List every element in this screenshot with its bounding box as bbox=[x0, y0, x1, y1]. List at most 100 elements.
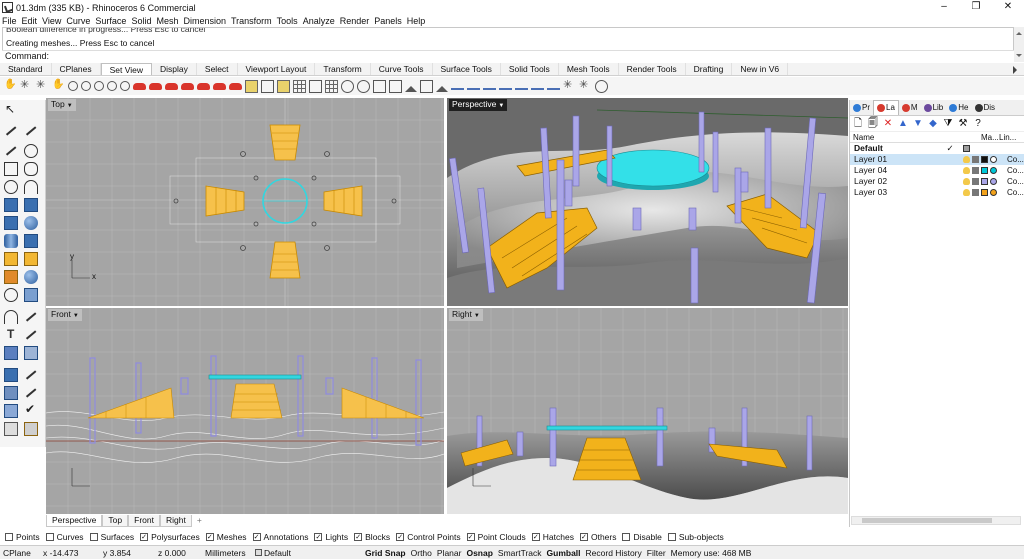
car-side-icon[interactable] bbox=[197, 82, 210, 90]
perspective-view-icon[interactable] bbox=[405, 80, 417, 92]
toolbar-tab-display[interactable]: Display bbox=[152, 63, 197, 75]
toolbar-tab-set-view[interactable]: Set View bbox=[100, 63, 153, 75]
box-icon[interactable] bbox=[4, 216, 18, 230]
move-icon[interactable] bbox=[4, 368, 18, 382]
layer-lock-icon[interactable] bbox=[972, 189, 979, 196]
help-icon[interactable]: ? bbox=[973, 118, 983, 129]
new-sublayer-icon[interactable]: 🗐 bbox=[868, 118, 878, 129]
redo-view-icon[interactable] bbox=[149, 82, 162, 90]
layer-material-icon[interactable] bbox=[990, 156, 997, 163]
menu-surface[interactable]: Surface bbox=[95, 16, 126, 26]
mesh-icon[interactable] bbox=[4, 252, 18, 266]
extrude-surface-icon[interactable] bbox=[24, 198, 38, 212]
osnap-curves[interactable]: Curves bbox=[45, 532, 84, 542]
trim-icon[interactable] bbox=[24, 288, 38, 302]
pan-3d-icon[interactable] bbox=[52, 79, 65, 93]
checkbox-icon[interactable]: ✓ bbox=[354, 533, 363, 541]
cplane-grid-icon[interactable] bbox=[325, 79, 338, 93]
pan-icon[interactable] bbox=[4, 79, 17, 93]
osnap-sub-objects[interactable]: Sub-objects bbox=[667, 532, 724, 542]
menu-analyze[interactable]: Analyze bbox=[303, 16, 335, 26]
camera-icon[interactable] bbox=[261, 79, 274, 93]
viewport-label-front[interactable]: Front ▼ bbox=[48, 309, 82, 321]
walkabout-icon[interactable] bbox=[563, 78, 576, 93]
align-icon[interactable] bbox=[24, 368, 38, 382]
mirror-icon[interactable] bbox=[24, 386, 38, 400]
maximize-button[interactable]: ❐ bbox=[960, 0, 992, 15]
layer-row[interactable]: Layer 03 Co... bbox=[850, 187, 1024, 198]
delete-layer-icon[interactable]: ✕ bbox=[883, 118, 893, 129]
viewport-label-right[interactable]: Right ▼ bbox=[449, 309, 483, 321]
more-tabs-arrow-icon[interactable] bbox=[1013, 66, 1021, 74]
toolbar-tab-new-in-v6[interactable]: New in V6 bbox=[732, 63, 789, 75]
tilt-view-icon[interactable] bbox=[515, 82, 528, 90]
menu-curve[interactable]: Curve bbox=[66, 16, 90, 26]
array-icon[interactable] bbox=[4, 386, 18, 400]
options-icon[interactable] bbox=[24, 422, 38, 436]
menu-tools[interactable]: Tools bbox=[277, 16, 298, 26]
layer-name[interactable]: Layer 01 bbox=[850, 154, 945, 165]
osnap-annotations[interactable]: ✓ Annotations bbox=[252, 532, 308, 542]
osnap-points[interactable]: Points bbox=[5, 532, 40, 542]
layer-row[interactable]: Default ✓ bbox=[850, 143, 1024, 154]
panel-tab-libraries[interactable]: Lib bbox=[921, 101, 947, 115]
layer-color-swatch[interactable] bbox=[981, 189, 988, 196]
menu-edit[interactable]: Edit bbox=[22, 16, 38, 26]
layer-current-marker[interactable] bbox=[945, 165, 955, 176]
undo-view-icon[interactable] bbox=[133, 82, 146, 90]
layer-color-swatch[interactable] bbox=[981, 167, 988, 174]
extrude-solid-icon[interactable] bbox=[24, 234, 38, 248]
osnap-polysurfaces[interactable]: ✓ Polysurfaces bbox=[140, 532, 200, 542]
block-icon[interactable] bbox=[24, 346, 38, 360]
elevation-icon[interactable] bbox=[467, 82, 480, 90]
viewport-label-top[interactable]: Top ▼ bbox=[48, 99, 76, 111]
layer-row[interactable]: Layer 02 Co... bbox=[850, 176, 1024, 187]
osnap-point-clouds[interactable]: ✓ Point Clouds bbox=[466, 532, 526, 542]
curve-icon[interactable] bbox=[4, 144, 18, 158]
grid-snap-toggle[interactable]: Grid Snap bbox=[365, 548, 406, 558]
zoom-selected-icon[interactable] bbox=[107, 81, 117, 91]
filter-icon[interactable]: ⧩ bbox=[943, 118, 953, 129]
current-layer[interactable]: Default bbox=[255, 548, 365, 558]
box-view-icon[interactable] bbox=[420, 79, 433, 93]
polyline-icon[interactable] bbox=[4, 124, 18, 138]
osnap-disable[interactable]: Disable bbox=[622, 532, 662, 542]
layer-linetype[interactable]: Co... bbox=[1003, 154, 1024, 165]
units[interactable]: Millimeters bbox=[205, 548, 255, 558]
gumball-toggle[interactable]: Gumball bbox=[547, 548, 581, 558]
viewport-tab-front[interactable]: Front bbox=[128, 515, 160, 527]
layer-row[interactable]: Layer 04 Co... bbox=[850, 165, 1024, 176]
toolbar-tab-surface-tools[interactable]: Surface Tools bbox=[433, 63, 501, 75]
surface-icon[interactable] bbox=[4, 198, 18, 212]
plan-view-icon[interactable] bbox=[309, 79, 322, 93]
section-plane-icon[interactable] bbox=[499, 82, 512, 90]
layer-row[interactable]: Layer 01 Co... bbox=[850, 154, 1024, 165]
target-icon[interactable] bbox=[341, 79, 354, 93]
rhino-app-icon[interactable] bbox=[2, 2, 13, 13]
toolbar-tab-select[interactable]: Select bbox=[197, 63, 238, 75]
layer-visible-icon[interactable] bbox=[963, 178, 970, 185]
osnap-surfaces[interactable]: Surfaces bbox=[89, 532, 134, 542]
toolbar-tab-standard[interactable]: Standard bbox=[0, 63, 52, 75]
checkbox-icon[interactable] bbox=[45, 533, 54, 541]
layer-current-marker[interactable] bbox=[945, 176, 955, 187]
toolbar-tab-drafting[interactable]: Drafting bbox=[686, 63, 733, 75]
select-arrow-icon[interactable] bbox=[4, 102, 18, 118]
toolbar-tab-mesh-tools[interactable]: Mesh Tools bbox=[559, 63, 619, 75]
layer-material-icon[interactable] bbox=[990, 178, 997, 185]
properties-icon[interactable] bbox=[4, 422, 18, 436]
rotate-view-icon[interactable] bbox=[20, 78, 33, 93]
layer-material-icon[interactable] bbox=[990, 189, 997, 196]
car-front-icon[interactable] bbox=[181, 82, 194, 90]
plane-view-icon[interactable] bbox=[483, 82, 496, 90]
osnap-toggle[interactable]: Osnap bbox=[466, 548, 492, 558]
layer-lock-icon[interactable] bbox=[972, 178, 979, 185]
render-icon[interactable] bbox=[24, 270, 38, 284]
grid-icon[interactable] bbox=[293, 79, 306, 93]
panel-tab-materials[interactable]: M bbox=[899, 101, 921, 115]
move-down-icon[interactable]: ▼ bbox=[913, 118, 923, 129]
layer-visible-icon[interactable] bbox=[963, 189, 970, 196]
move-parent-icon[interactable]: ◆ bbox=[928, 118, 938, 129]
column-name[interactable]: Name bbox=[850, 132, 981, 142]
layer-name[interactable]: Layer 02 bbox=[850, 176, 945, 187]
